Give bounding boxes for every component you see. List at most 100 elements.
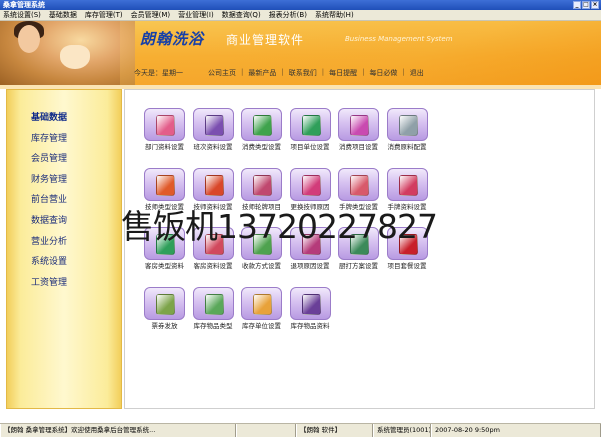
- tile-button[interactable]: 消费类型设置: [238, 108, 285, 151]
- sidebar-item-settings[interactable]: 系统设置: [31, 252, 121, 273]
- maximize-icon[interactable]: □: [582, 1, 590, 9]
- menu-item[interactable]: 基础数据: [46, 10, 82, 20]
- tile-label: 消费原料配置: [387, 143, 427, 151]
- tile-button[interactable]: 客房类型资料: [141, 227, 188, 270]
- tile-label: 技师类型设置: [145, 202, 184, 211]
- sidebar-item-analysis[interactable]: 营业分析: [31, 232, 121, 253]
- menu-item[interactable]: 系统帮助(H): [312, 10, 359, 20]
- tile-icon: [301, 174, 321, 196]
- window-controls: _ □ ×: [573, 1, 599, 9]
- nav-link[interactable]: 联系我们: [286, 68, 320, 78]
- tile-button[interactable]: 厨打方案设置: [335, 227, 382, 270]
- menu-item[interactable]: 营业管理(I): [175, 10, 219, 20]
- tile-button[interactable]: 收款方式设置: [238, 227, 285, 270]
- status-vendor: 【朗翰 软件】: [296, 424, 373, 437]
- tile-button[interactable]: 库存单位设置: [238, 286, 285, 330]
- menu-item[interactable]: 库存管理(T): [82, 10, 128, 20]
- nav-link[interactable]: 最新产品: [245, 68, 279, 78]
- tile-icon: [204, 293, 224, 315]
- tile-icon: [156, 293, 175, 315]
- tile-icon: [204, 174, 224, 196]
- tile-label: 班次资料设置: [193, 143, 233, 151]
- menu-item[interactable]: 报表分析(B): [266, 10, 312, 20]
- tile-button[interactable]: 班次资料设置: [190, 108, 237, 151]
- banner-photo: [0, 21, 135, 85]
- tile-label: 技师轮牌项目: [242, 202, 281, 211]
- tile-icon: [398, 174, 418, 196]
- tile-label: 消费项目设置: [339, 143, 378, 151]
- tile-label: 票券发放: [151, 321, 178, 330]
- sidebar-item-members[interactable]: 会员管理: [31, 149, 121, 170]
- tile-icon: [350, 115, 369, 136]
- tile-icon: [301, 234, 321, 255]
- nav-link[interactable]: 每日提醒: [326, 68, 360, 78]
- sidebar-item-inventory[interactable]: 库存管理: [31, 129, 121, 150]
- tile-icon: [350, 234, 369, 255]
- tile-icon: [350, 174, 369, 196]
- tile-button[interactable]: 消费项目设置: [335, 108, 382, 151]
- tile-button[interactable]: 技师资料设置: [190, 167, 237, 211]
- tile-icon: [253, 234, 272, 255]
- brand-subtitle: 商业管理软件: [226, 33, 305, 47]
- close-icon[interactable]: ×: [591, 1, 599, 9]
- tile-label: 更换技师原因: [290, 202, 330, 211]
- brand-logo: 朗翰洗浴: [140, 30, 205, 48]
- tile-button[interactable]: 技师类型设置: [141, 167, 188, 211]
- tile-button[interactable]: 手牌资料设置: [384, 167, 431, 211]
- tile-button[interactable]: 手牌类型设置: [335, 167, 382, 211]
- tile-label: 客房类型资料: [145, 262, 184, 270]
- tile-button[interactable]: 库存物品类型: [190, 286, 237, 330]
- tile-button[interactable]: 库存物品资料: [287, 286, 334, 330]
- tile-button[interactable]: 消费原料配置: [384, 108, 431, 151]
- tile-icon: [204, 115, 224, 136]
- tile-label: 项目单位设置: [290, 143, 330, 151]
- tile-icon: [301, 115, 321, 136]
- nav-link[interactable]: 每日必做: [366, 68, 400, 78]
- tile-label: 库存单位设置: [242, 321, 281, 330]
- tile-label: 项目套餐设置: [387, 262, 427, 270]
- status-datetime: 2007-08-20 9:50pm: [431, 424, 601, 437]
- tile-label: 手牌类型设置: [339, 202, 378, 211]
- sidebar: 基础数据 库存管理 会员管理 财务管理 前台营业 数据查询 营业分析 系统设置 …: [6, 89, 122, 409]
- tile-icon: [398, 234, 418, 255]
- tile-label: 技师资料设置: [193, 202, 233, 211]
- sidebar-item-query[interactable]: 数据查询: [31, 211, 121, 232]
- tile-icon: [253, 115, 272, 136]
- main-panel: 部门资料设置 班次资料设置 消费类型设置 项目单位设置 消费项目设置 消费原料配置技师类型…: [124, 89, 595, 409]
- tile-icon: [253, 293, 272, 315]
- tile-label: 库存物品资料: [290, 321, 330, 330]
- tile-button[interactable]: 项目套餐设置: [384, 227, 431, 270]
- menu-item[interactable]: 数据查询(Q): [219, 10, 266, 20]
- tile-label: 部门资料设置: [145, 143, 184, 151]
- status-empty: [236, 424, 296, 437]
- tile-button[interactable]: 退项原因设置: [287, 227, 334, 270]
- tile-button[interactable]: 技师轮牌项目: [238, 167, 285, 211]
- nav-link[interactable]: 公司主页: [205, 68, 239, 78]
- tile-icon: [156, 174, 175, 196]
- status-bar: 【朗翰 桑拿管理系统】欢迎使用桑拿后台管理系统... 【朗翰 软件】 系统管理员…: [0, 423, 601, 437]
- menu-bar: 系统设置(S) 基础数据 库存管理(T) 会员管理(M) 营业管理(I) 数据查…: [0, 10, 601, 21]
- tile-button[interactable]: 项目单位设置: [287, 108, 334, 151]
- sidebar-item-front-desk[interactable]: 前台营业: [31, 190, 121, 211]
- top-nav: 公司主页 | 最新产品 | 联系我们 | 每日提醒 | 每日必做 | 退出: [205, 68, 427, 78]
- nav-link[interactable]: 退出: [407, 68, 427, 78]
- tile-icon: [204, 234, 224, 255]
- menu-item[interactable]: 系统设置(S): [0, 10, 46, 20]
- tile-label: 厨打方案设置: [339, 262, 378, 270]
- tile-icon: [253, 174, 272, 196]
- tile-icon: [398, 115, 418, 136]
- window-title: 桑拿管理系统: [3, 1, 45, 9]
- tile-label: 消费类型设置: [242, 143, 281, 151]
- sidebar-item-payroll[interactable]: 工资管理: [31, 273, 121, 294]
- tile-button[interactable]: 票券发放: [141, 286, 188, 330]
- tile-icon: [156, 115, 175, 136]
- tile-button[interactable]: 更换技师原因: [287, 167, 334, 211]
- tile-button[interactable]: 部门资料设置: [141, 108, 188, 151]
- status-user: 系统管理员(1001): [373, 424, 431, 437]
- status-message: 【朗翰 桑拿管理系统】欢迎使用桑拿后台管理系统...: [0, 424, 236, 437]
- sidebar-item-basic-data[interactable]: 基础数据: [31, 108, 121, 129]
- minimize-icon[interactable]: _: [573, 1, 581, 9]
- tile-button[interactable]: 客房资料设置: [190, 227, 237, 270]
- menu-item[interactable]: 会员管理(M): [128, 10, 176, 20]
- sidebar-item-finance[interactable]: 财务管理: [31, 170, 121, 191]
